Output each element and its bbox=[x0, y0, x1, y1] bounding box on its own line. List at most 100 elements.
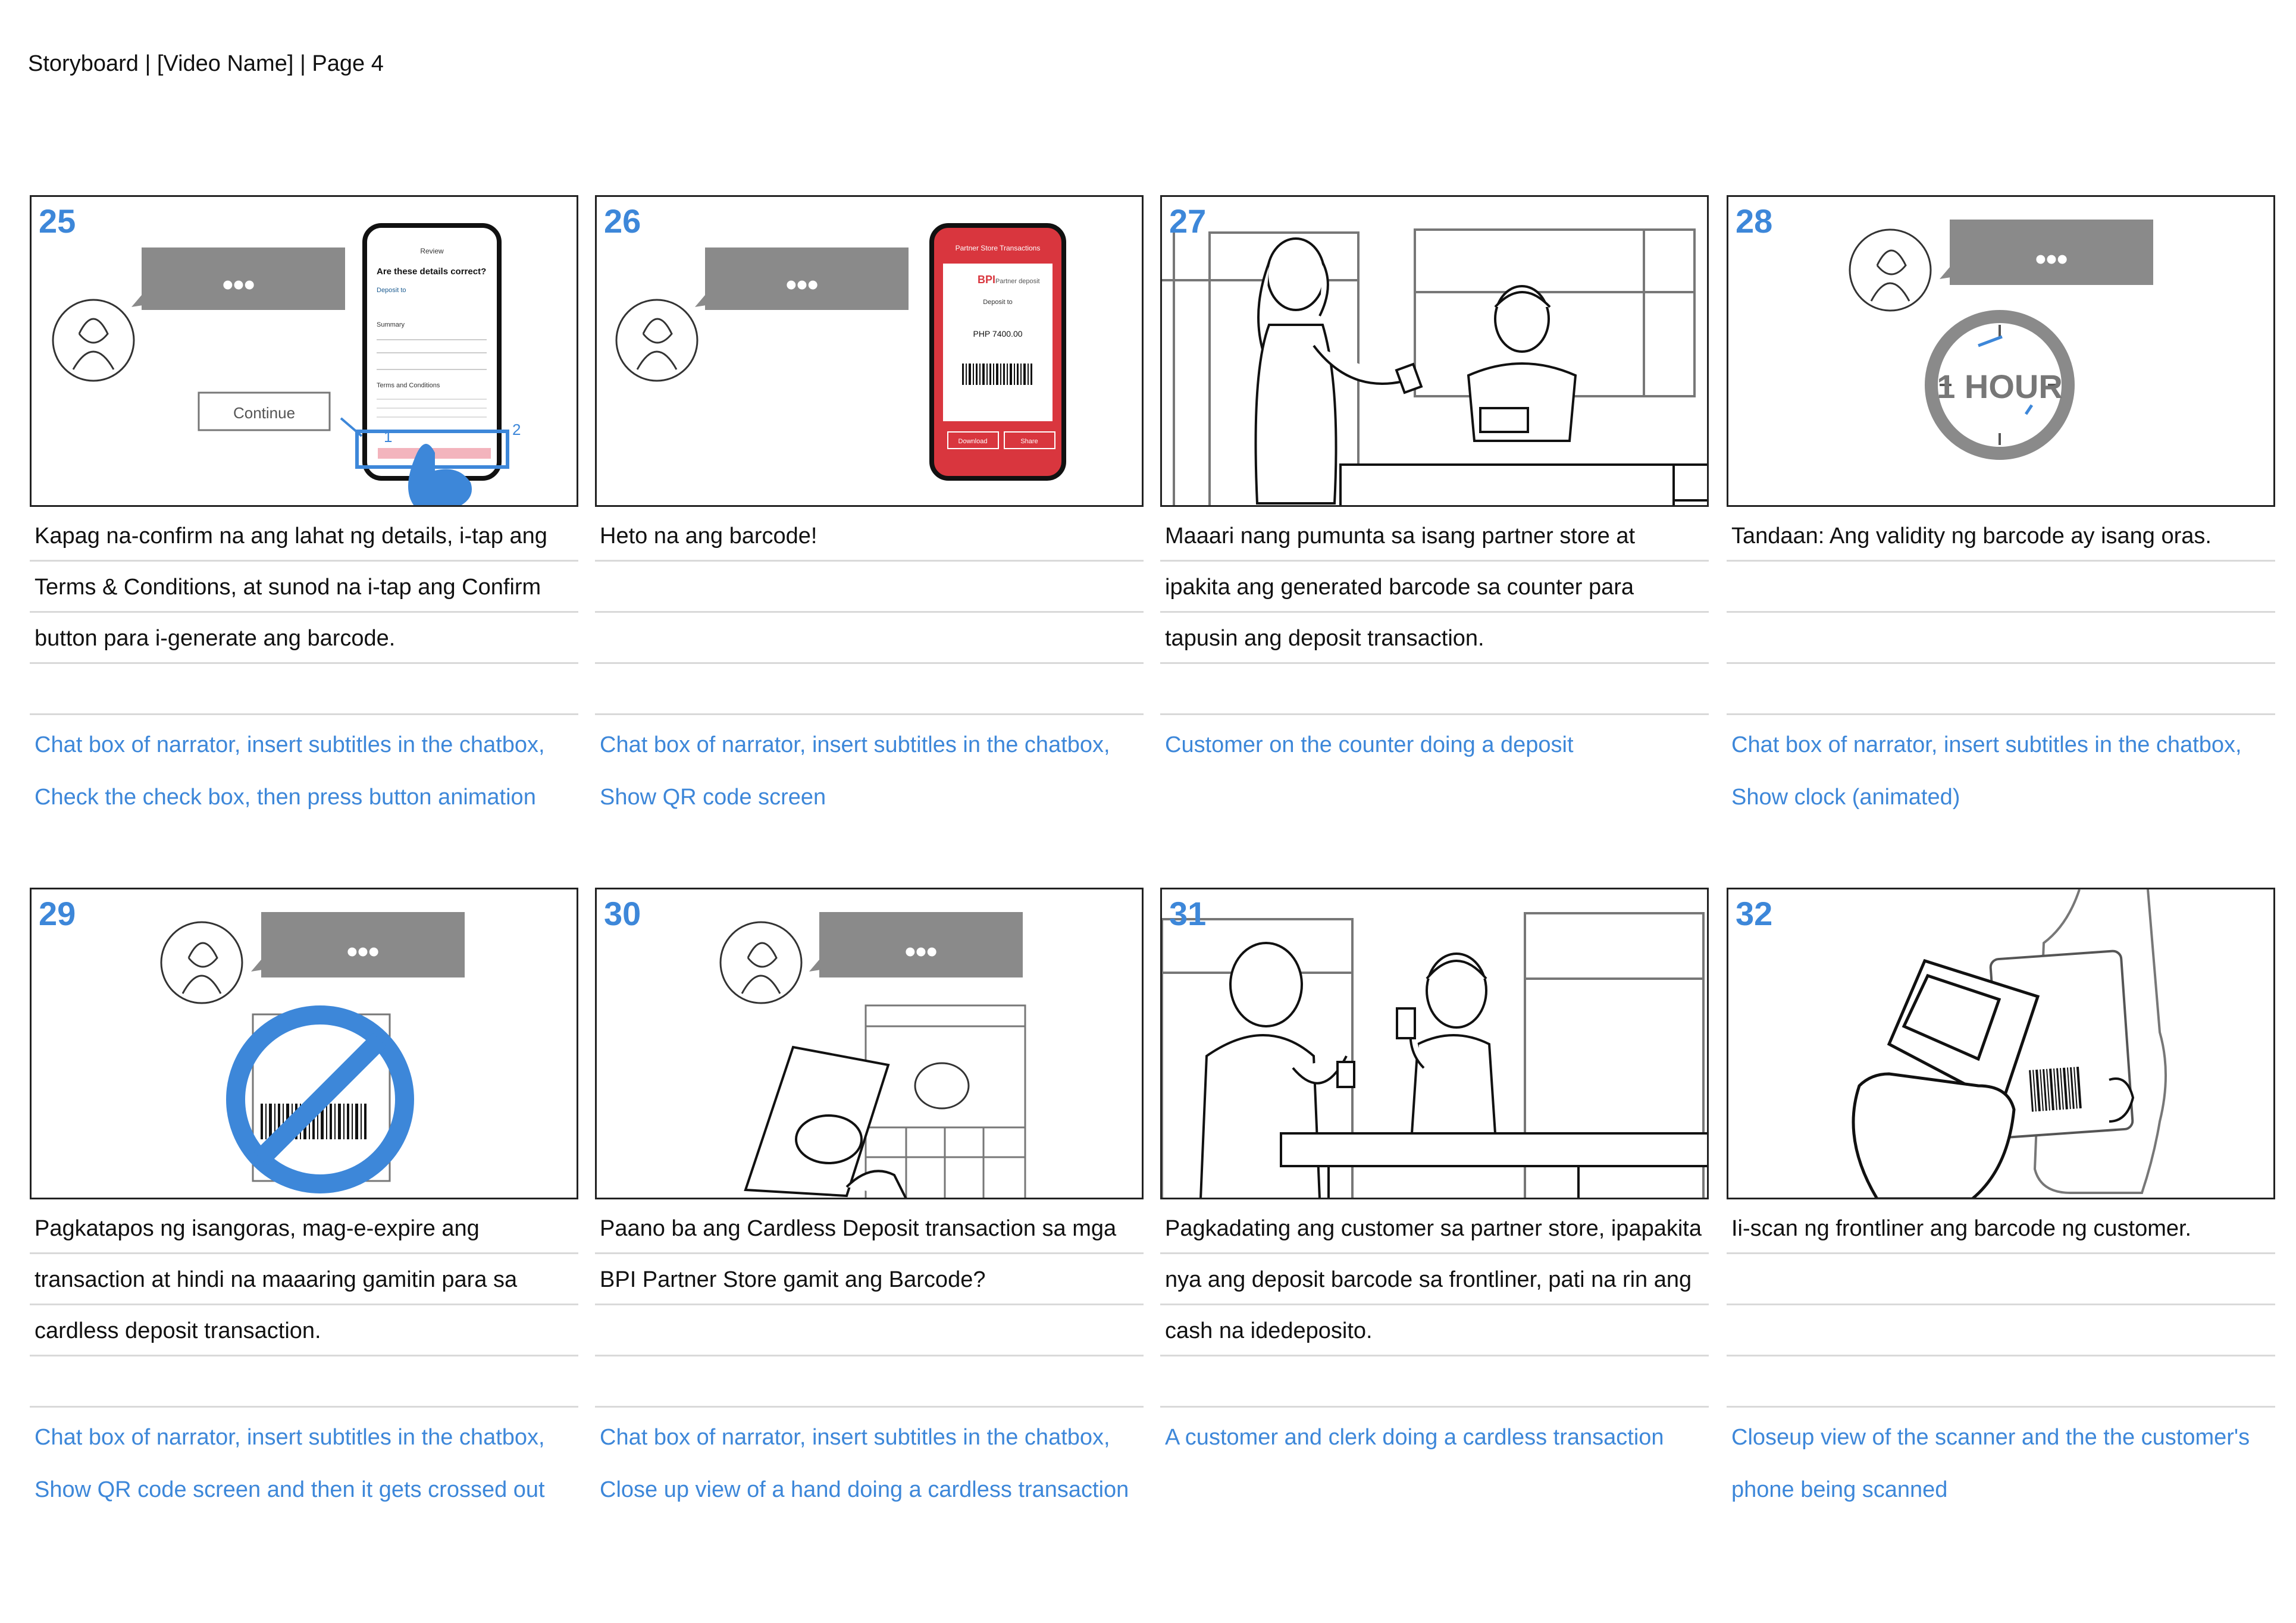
panel-frame: 27 bbox=[1160, 195, 1709, 507]
chat-bubble-dots: ••• bbox=[347, 935, 380, 969]
direction-note: Show QR code screen and then it gets cro… bbox=[35, 1477, 545, 1502]
voiceover-line: cash na idedeposito. bbox=[1160, 1305, 1709, 1356]
voiceover-line: Pagkadating ang customer sa partner stor… bbox=[1160, 1203, 1709, 1254]
nfc-reader-icon bbox=[914, 1062, 970, 1110]
voiceover-line: button para i-generate ang barcode. bbox=[30, 613, 578, 664]
voiceover-line: Kapag na-confirm na ang lahat ng details… bbox=[30, 510, 578, 562]
phone-card bbox=[943, 264, 1053, 421]
panel-frame: 31 bbox=[1160, 888, 1709, 1199]
panel-number: 28 bbox=[1736, 202, 1773, 240]
direction-note: Chat box of narrator, insert subtitles i… bbox=[35, 1425, 545, 1450]
panel-illustration: ••• bbox=[160, 912, 465, 1193]
storyboard-panel-28: 28 ••• 1 HOUR Tandaan: Ang validity ng b… bbox=[1727, 195, 2275, 810]
voiceover-line bbox=[595, 1305, 1144, 1356]
panel-frame: 28 ••• 1 HOUR bbox=[1727, 195, 2275, 507]
voiceover-line bbox=[1727, 562, 2275, 613]
step-1: 1 bbox=[384, 428, 392, 446]
phone-brand-sub: Partner deposit bbox=[995, 278, 1040, 285]
step-2: 2 bbox=[512, 421, 521, 438]
voiceover-line: cardless deposit transaction. bbox=[30, 1305, 578, 1356]
voiceover-line: Paano ba ang Cardless Deposit transactio… bbox=[595, 1203, 1144, 1254]
voiceover-line: Maaari nang pumunta sa isang partner sto… bbox=[1160, 510, 1709, 562]
page-title: Storyboard | [Video Name] | Page 4 bbox=[28, 51, 384, 76]
voiceover-line bbox=[30, 1356, 578, 1408]
panel-frame: 29 ••• bbox=[30, 888, 578, 1199]
panel-frame: 26 ••• Partner Store Transactions BPI Pa… bbox=[595, 195, 1144, 507]
storyboard-panel-26: 26 ••• Partner Store Transactions BPI Pa… bbox=[595, 195, 1144, 810]
share-label: Share bbox=[1020, 438, 1038, 445]
storyboard-panel-32: 32 Ii-scan ng frontliner ang barcode ng … bbox=[1727, 888, 2275, 1502]
phone-amount: PHP 7400.00 bbox=[973, 329, 1022, 339]
voiceover-line bbox=[595, 1356, 1144, 1408]
chat-bubble-dots: ••• bbox=[905, 935, 938, 969]
clerk-figure bbox=[1396, 953, 1497, 1135]
voiceover-line: ipakita ang generated barcode sa counter… bbox=[1160, 562, 1709, 613]
storyboard-panel-30: 30 ••• Paano ba ang Cardless Deposit tra… bbox=[595, 888, 1144, 1502]
panel-frame: 30 ••• bbox=[595, 888, 1144, 1199]
narrator-avatar bbox=[719, 921, 803, 1004]
voiceover-line: Heto na ang barcode! bbox=[595, 510, 1144, 562]
panel-number: 30 bbox=[604, 895, 641, 932]
panel-illustration: ••• 1 HOUR bbox=[1849, 220, 2153, 460]
chat-bubble-dots: ••• bbox=[223, 268, 255, 302]
voiceover-line: nya ang deposit barcode sa frontliner, p… bbox=[1160, 1254, 1709, 1305]
clock-label: 1 HOUR bbox=[1937, 368, 2063, 405]
panel-illustration: ••• Partner Store Transactions BPI Partn… bbox=[615, 223, 1066, 481]
voiceover-line: Pagkatapos ng isangoras, mag-e-expire an… bbox=[30, 1203, 578, 1254]
continue-label: Continue bbox=[233, 404, 295, 422]
voiceover-line bbox=[595, 613, 1144, 664]
panel-number: 27 bbox=[1169, 202, 1207, 240]
direction-note: Chat box of narrator, insert subtitles i… bbox=[35, 732, 545, 757]
panel-illustration: ••• Continue Review Are these details co… bbox=[52, 223, 521, 505]
direction-note: Close up view of a hand doing a cardless… bbox=[600, 1477, 1129, 1502]
counter-front bbox=[1339, 463, 1675, 505]
voiceover-line bbox=[595, 664, 1144, 715]
voiceover-line bbox=[1160, 664, 1709, 715]
direction-note bbox=[1160, 1464, 1709, 1516]
phone-summary: Summary bbox=[377, 321, 405, 328]
phone-terms: Terms and Conditions bbox=[377, 382, 440, 389]
voiceover-line bbox=[1727, 1356, 2275, 1408]
direction-note: Check the check box, then press button a… bbox=[35, 785, 536, 810]
panel-frame: 32 bbox=[1727, 888, 2275, 1199]
voiceover-line bbox=[1727, 613, 2275, 664]
direction-note: Chat box of narrator, insert subtitles i… bbox=[600, 1425, 1110, 1450]
panel-illustration bbox=[1162, 912, 1707, 1198]
voiceover-line bbox=[30, 664, 578, 715]
voiceover-line: BPI Partner Store gamit ang Barcode? bbox=[595, 1254, 1144, 1305]
panel-number: 31 bbox=[1169, 895, 1207, 932]
panel-illustration bbox=[1852, 889, 2167, 1198]
direction-note: Show clock (animated) bbox=[1731, 785, 1960, 810]
panel-illustration bbox=[1162, 228, 1707, 505]
narrator-avatar bbox=[160, 921, 243, 1004]
narrator-avatar bbox=[1849, 228, 1932, 312]
panel-number: 26 bbox=[604, 202, 641, 240]
clerk-figure bbox=[1467, 285, 1577, 442]
voiceover-line bbox=[1727, 1254, 2275, 1305]
voiceover-line bbox=[595, 562, 1144, 613]
chat-bubble-dots: ••• bbox=[786, 268, 819, 302]
panel-number: 32 bbox=[1736, 895, 1773, 932]
panel-frame: 25 ••• Continue Review Are these details… bbox=[30, 195, 578, 507]
direction-note: Show QR code screen bbox=[600, 785, 826, 810]
voiceover-line bbox=[1160, 1356, 1709, 1408]
voiceover-line: transaction at hindi na maaaring gamitin… bbox=[30, 1254, 578, 1305]
narrator-avatar bbox=[615, 299, 698, 382]
direction-note: Closeup view of the scanner and the the … bbox=[1731, 1425, 2250, 1450]
storyboard-panel-29: 29 ••• Pagkatapos ng isangoras, mag-e-ex… bbox=[30, 888, 578, 1502]
panel-number: 29 bbox=[39, 895, 76, 932]
voiceover-line: Tandaan: Ang validity ng barcode ay isan… bbox=[1727, 510, 2275, 562]
phone-deposit: Deposit to bbox=[983, 299, 1013, 306]
voiceover-line: Terms & Conditions, at sunod na i-tap an… bbox=[30, 562, 578, 613]
direction-note: Customer on the counter doing a deposit bbox=[1165, 732, 1574, 757]
storyboard-panel-31: 31 Pagkadating ang customer sa partner s… bbox=[1160, 888, 1709, 1450]
chat-bubble-dots: ••• bbox=[2035, 242, 2068, 277]
narrator-avatar bbox=[52, 299, 135, 382]
voiceover-line: tapusin ang deposit transaction. bbox=[1160, 613, 1709, 664]
storyboard-panel-25: 25 ••• Continue Review Are these details… bbox=[30, 195, 578, 810]
phone-title: Review bbox=[420, 247, 444, 255]
panel-illustration: ••• bbox=[719, 912, 1026, 1198]
phone-deposit: Deposit to bbox=[377, 287, 406, 294]
phone-brand: BPI bbox=[978, 274, 995, 286]
direction-note: A customer and clerk doing a cardless tr… bbox=[1165, 1425, 1664, 1450]
